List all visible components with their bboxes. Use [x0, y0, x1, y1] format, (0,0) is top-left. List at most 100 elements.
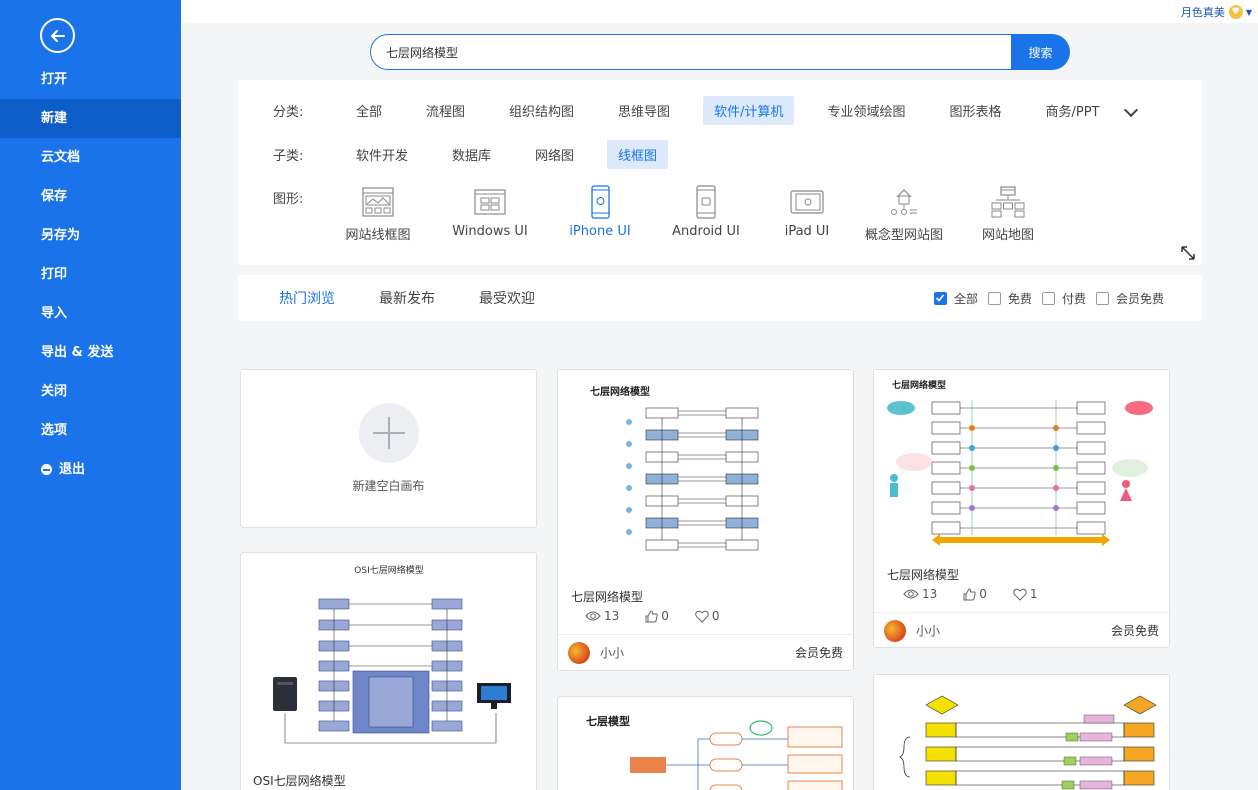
sidebar-item-exit[interactable]: 退出: [0, 450, 181, 489]
search-input[interactable]: [370, 34, 1011, 70]
thumbs-up-icon: [963, 587, 976, 600]
shape-sitemap[interactable]: 网站地图: [978, 185, 1038, 243]
shape-ipad-ui[interactable]: iPad UI: [775, 185, 839, 243]
caret-down-icon: ▼: [1245, 7, 1252, 17]
filter-paid-checkbox[interactable]: 付费: [1041, 290, 1086, 307]
favs-stat[interactable]: 1: [1013, 587, 1038, 601]
category-chip[interactable]: 全部: [345, 96, 393, 125]
filter-all-checkbox[interactable]: 全部: [933, 290, 978, 307]
shape-website-wireframe[interactable]: 网站线框图: [338, 185, 418, 243]
checkbox-icon: [1095, 291, 1109, 305]
checkbox-checked-icon: [933, 291, 947, 305]
filter-member-free-checkbox[interactable]: 会员免费: [1095, 290, 1164, 307]
category-chip[interactable]: 思维导图: [607, 96, 681, 125]
subcategory-label: 子类:: [273, 149, 304, 164]
category-label: 分类:: [273, 105, 304, 120]
sidebar-item-label: 导出 & 发送: [41, 345, 114, 360]
thumbnail-title: 七层网络模型: [590, 385, 650, 398]
avatar[interactable]: [884, 619, 906, 642]
author-name[interactable]: 小小: [600, 644, 795, 661]
card-footer: 小小 会员免费: [874, 612, 1169, 647]
subcategory-chip[interactable]: 网络图: [524, 140, 585, 169]
checkbox-label: 付费: [1061, 291, 1086, 306]
category-chip[interactable]: 专业领域绘图: [816, 96, 916, 125]
tab-latest[interactable]: 最新发布: [379, 288, 435, 308]
template-card[interactable]: OSI七层网络模型 OSI七层网络模型: [240, 552, 537, 790]
back-button[interactable]: [40, 18, 75, 53]
thumbs-up-icon: [645, 609, 658, 622]
sidebar-item-new[interactable]: 新建: [0, 99, 181, 138]
views-count: 13: [922, 587, 938, 601]
sidebar-item-label: 打开: [41, 72, 68, 87]
category-chip[interactable]: 组织结构图: [498, 96, 585, 125]
shape-label-text: Android UI: [672, 224, 740, 239]
shape-android-ui[interactable]: Android UI: [661, 185, 751, 243]
likes-stat[interactable]: 0: [963, 587, 987, 601]
category-chip[interactable]: 流程图: [415, 96, 476, 125]
iphone-icon: [583, 185, 617, 219]
card-stats: 13 0 1: [903, 587, 1064, 601]
template-thumbnail: OSI七层网络模型: [273, 564, 511, 744]
template-card[interactable]: [873, 674, 1170, 790]
shape-label-text: iPhone UI: [569, 224, 631, 239]
shape-label-text: 概念型网站图: [864, 228, 943, 243]
search-button[interactable]: 搜索: [1011, 34, 1070, 70]
sidebar-item-cloud-docs[interactable]: 云文档: [0, 138, 181, 177]
sidebar-item-options[interactable]: 选项: [0, 411, 181, 450]
avatar[interactable]: [568, 641, 590, 664]
sidebar-item-import[interactable]: 导入: [0, 294, 181, 333]
views-stat: 13: [903, 587, 937, 601]
sidebar-item-label: 导入: [41, 306, 68, 321]
concept-site-icon: [887, 185, 921, 219]
favs-stat[interactable]: 0: [695, 609, 720, 623]
sidebar-item-close[interactable]: 关闭: [0, 372, 181, 411]
shape-label-text: Windows UI: [452, 224, 528, 239]
sidebar-item-open[interactable]: 打开: [0, 60, 181, 99]
template-card[interactable]: 七层网络模型 七层网络模型 13 0 1 小小 会员免费: [873, 369, 1170, 648]
sidebar-item-save[interactable]: 保存: [0, 177, 181, 216]
thumbnail-title: 七层模型: [586, 714, 630, 728]
tab-popular[interactable]: 最受欢迎: [479, 288, 535, 308]
tab-hot[interactable]: 热门浏览: [279, 288, 335, 308]
template-card[interactable]: 七层模型: [557, 696, 854, 790]
checkbox-icon: [1041, 291, 1055, 305]
heart-icon: [1013, 588, 1027, 601]
ipad-icon: [790, 185, 824, 219]
subcategory-chip[interactable]: 数据库: [441, 140, 502, 169]
sidebar-item-print[interactable]: 打印: [0, 255, 181, 294]
chevron-down-icon[interactable]: [1124, 104, 1138, 118]
subcategory-chip[interactable]: 软件开发: [345, 140, 419, 169]
card-title: 七层网络模型: [887, 568, 960, 582]
expand-icon[interactable]: [1180, 245, 1196, 261]
user-menu[interactable]: 月色真美 ♥ ▼: [1181, 4, 1252, 20]
author-name[interactable]: 小小: [916, 622, 1111, 639]
checkbox-label: 会员免费: [1115, 291, 1164, 306]
eye-icon: [903, 589, 919, 599]
shape-windows-ui[interactable]: Windows UI: [439, 185, 541, 243]
sidebar-item-export-send[interactable]: 导出 & 发送: [0, 333, 181, 372]
thumbnail-title: OSI七层网络模型: [354, 564, 423, 576]
shape-concept-site[interactable]: 概念型网站图: [862, 185, 946, 243]
sidebar-item-label: 退出: [59, 462, 86, 477]
template-thumbnail: [899, 695, 1157, 790]
subcategory-chip-active[interactable]: 线框图: [607, 140, 669, 169]
likes-count: 0: [661, 609, 669, 623]
price-filter: 全部 免费 付费 会员免费: [924, 275, 1164, 321]
likes-stat[interactable]: 0: [645, 609, 669, 623]
category-chip-active[interactable]: 软件/计算机: [703, 96, 795, 125]
category-chip[interactable]: 商务/PPT: [1034, 96, 1110, 125]
card-footer: 小小 会员免费: [558, 634, 853, 670]
template-thumbnail: 七层网络模型: [590, 385, 759, 551]
sitemap-icon: [991, 185, 1025, 219]
template-card[interactable]: 七层网络模型 七层网络模型 13 0 0 小小 会员免费: [557, 369, 854, 671]
shape-label: 图形:: [273, 192, 304, 207]
shape-iphone-ui[interactable]: iPhone UI: [560, 185, 640, 243]
sidebar-item-label: 关闭: [41, 384, 68, 399]
filter-free-checkbox[interactable]: 免费: [987, 290, 1032, 307]
category-chip[interactable]: 图形表格: [938, 96, 1012, 125]
new-blank-canvas-card[interactable]: 新建空白画布: [240, 369, 537, 528]
sidebar-item-save-as[interactable]: 另存为: [0, 216, 181, 255]
category-row: 分类: 全部 流程图 组织结构图 思维导图 软件/计算机 专业领域绘图 图形表格…: [273, 96, 1138, 125]
sidebar-item-label: 打印: [41, 267, 68, 282]
arrow-left-icon: [50, 29, 65, 42]
